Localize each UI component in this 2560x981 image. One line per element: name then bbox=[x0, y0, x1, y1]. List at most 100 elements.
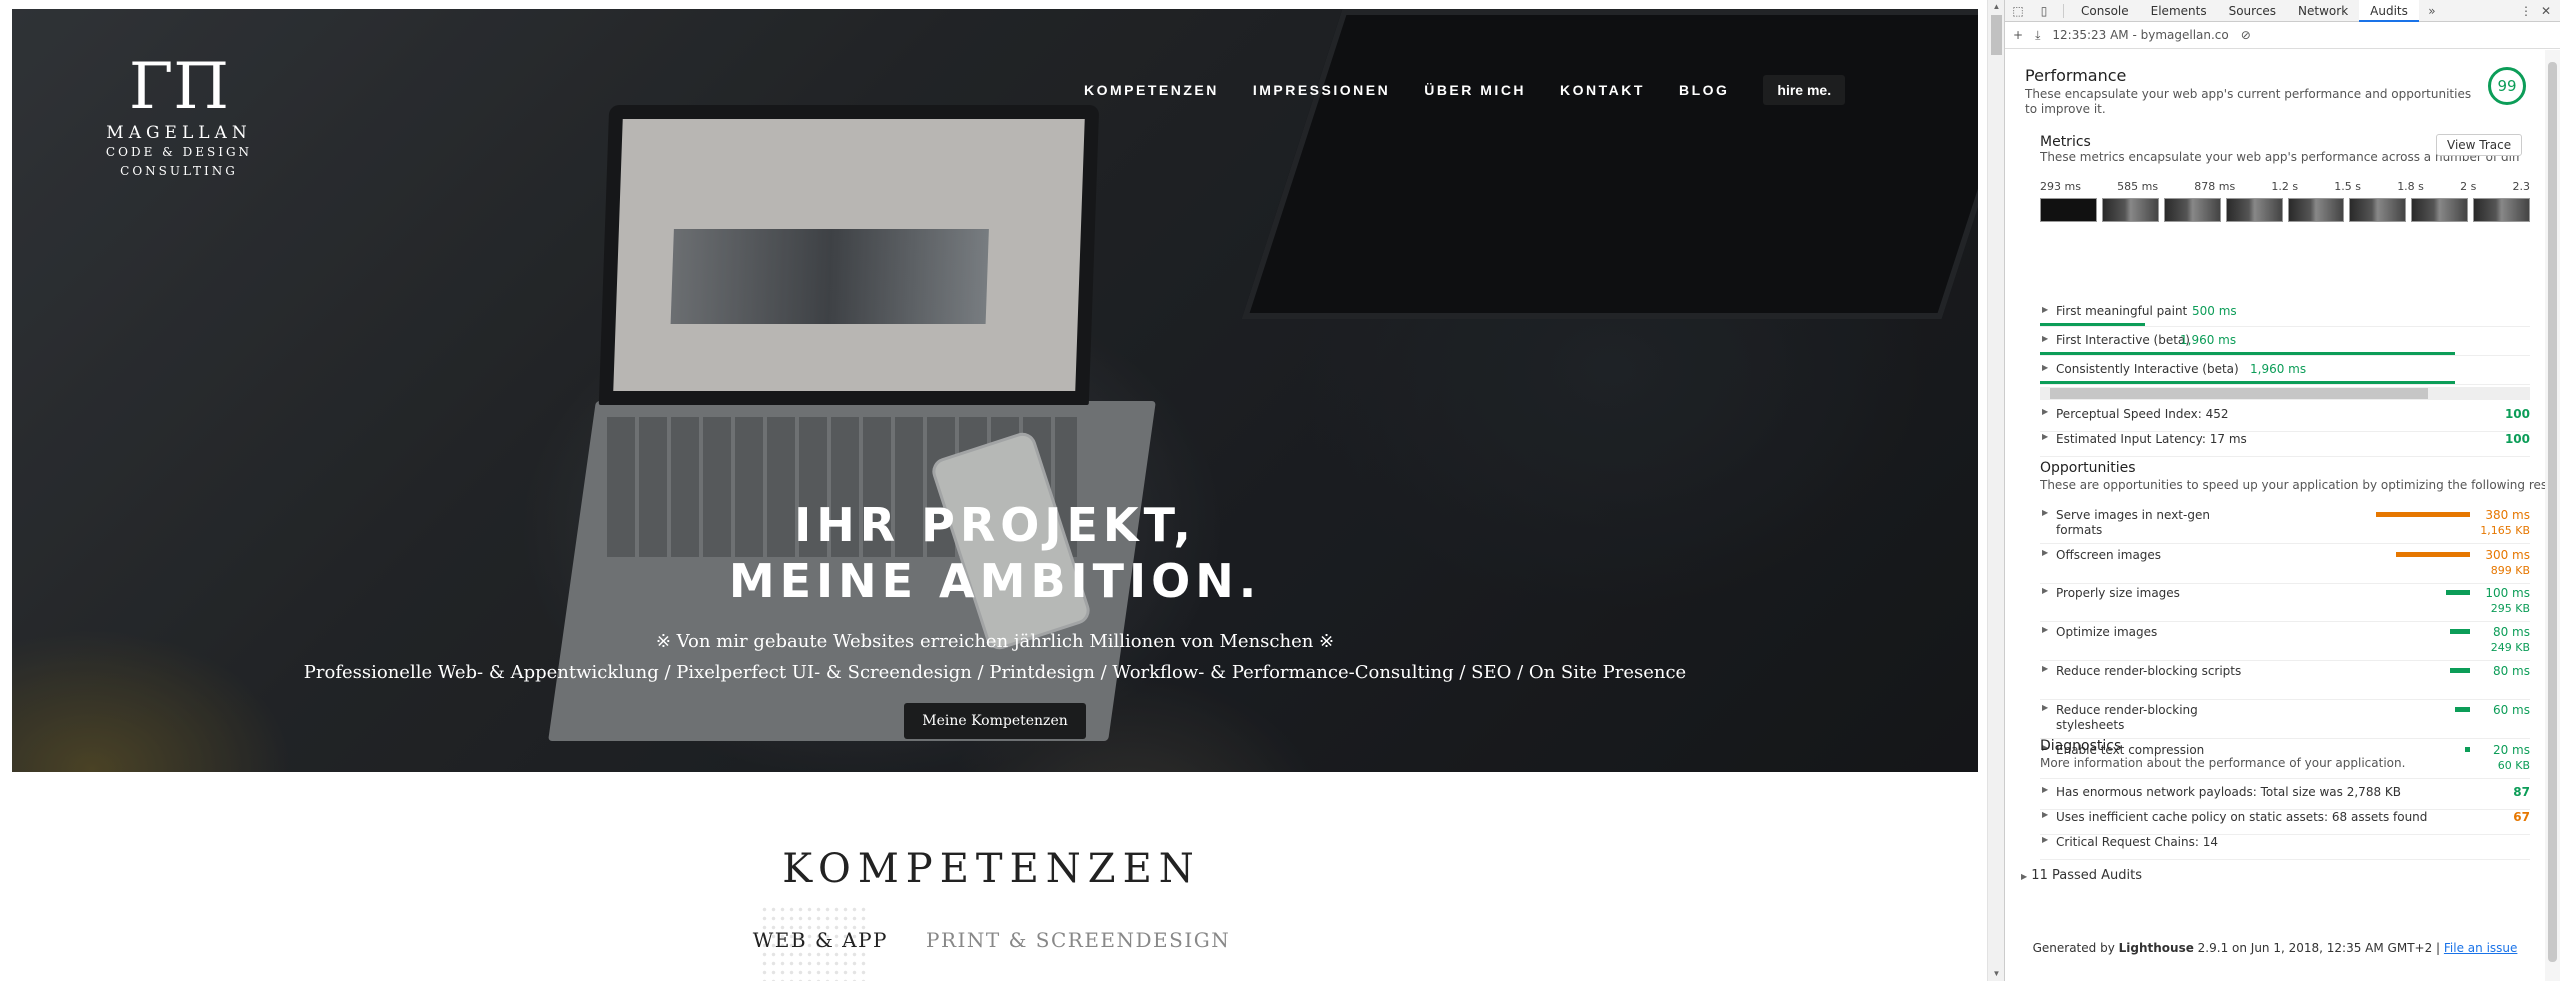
opportunity-row[interactable]: ▶ Offscreen images 300 ms 899 KB bbox=[2040, 548, 2530, 584]
tab-network[interactable]: Network bbox=[2287, 0, 2359, 22]
opportunities-desc: These are opportunities to speed up your… bbox=[2040, 478, 2545, 492]
opportunity-label: Serve images in next-gen formats bbox=[2056, 508, 2210, 538]
lighthouse-report: Performance These encapsulate your web a… bbox=[2005, 50, 2545, 981]
opportunity-savings-bar bbox=[2446, 590, 2470, 595]
opportunity-row[interactable]: ▶ Serve images in next-gen formats 380 ms 1,… bbox=[2040, 508, 2530, 544]
opportunity-savings-bar bbox=[2450, 629, 2470, 634]
download-report-icon[interactable]: ⤓ bbox=[2035, 28, 2040, 43]
meine-kompetenzen-button[interactable]: Meine Kompetenzen bbox=[904, 703, 1086, 739]
nav-kompetenzen[interactable]: KOMPETENZEN bbox=[1084, 82, 1219, 98]
nav-blog[interactable]: BLOG bbox=[1679, 82, 1729, 98]
report-scrollbar[interactable] bbox=[2545, 50, 2560, 981]
opportunity-savings-bar bbox=[2376, 512, 2470, 517]
device-toolbar-icon[interactable]: ▯ bbox=[2031, 4, 2057, 18]
page-scrollbar[interactable]: ▲ ▼ bbox=[1987, 0, 2004, 981]
footer-tool: Lighthouse bbox=[2118, 941, 2194, 955]
devtools-tabbar: ⬚ ▯ Console Elements Sources Network Aud… bbox=[2005, 0, 2560, 22]
filmstrip bbox=[2040, 198, 2530, 222]
opportunity-row[interactable]: ▶ Reduce render-blocking scripts 80 ms bbox=[2040, 664, 2530, 700]
tab-sources[interactable]: Sources bbox=[2218, 0, 2287, 22]
metric-row[interactable]: ▶ First Interactive (beta) 1,960 ms bbox=[2040, 327, 2530, 356]
nav-kontakt[interactable]: KONTAKT bbox=[1560, 82, 1645, 98]
nav-impressionen[interactable]: IMPRESSIONEN bbox=[1253, 82, 1390, 98]
expand-triangle-icon[interactable]: ▶ bbox=[2042, 363, 2048, 372]
scroll-up-arrow-icon[interactable]: ▲ bbox=[1988, 0, 2005, 14]
scored-metric-row[interactable]: ▶ Perceptual Speed Index: 452 100 bbox=[2040, 407, 2530, 432]
filmstrip-frame bbox=[2101, 198, 2159, 222]
opportunity-row[interactable]: ▶ Reduce render-blocking stylesheets 60 ms bbox=[2040, 703, 2530, 739]
opportunities-title: Opportunities bbox=[2040, 460, 2136, 476]
footer-rest: 2.9.1 on Jun 1, 2018, 12:35 AM GMT+2 | bbox=[2193, 941, 2444, 955]
site-logo[interactable]: ΓΠ MAGELLAN CODE & DESIGN CONSULTING bbox=[104, 55, 254, 181]
passed-audits-toggle[interactable]: ▶ 11 Passed Audits bbox=[2021, 868, 2142, 883]
metric-timeline-bar bbox=[2040, 323, 2145, 326]
expand-triangle-icon[interactable]: ▶ bbox=[2042, 625, 2048, 634]
metrics-horizontal-scrollbar[interactable] bbox=[2040, 387, 2530, 400]
hero-services: Professionelle Web- & Appentwicklung / P… bbox=[303, 662, 1687, 683]
tab-elements[interactable]: Elements bbox=[2140, 0, 2218, 22]
opportunity-kb: 899 KB bbox=[2490, 564, 2530, 577]
hero-title-line-1: IHR PROJEKT, bbox=[794, 498, 1196, 552]
nav-ueber-mich[interactable]: ÜBER MICH bbox=[1424, 82, 1526, 98]
expand-triangle-icon[interactable]: ▶ bbox=[2042, 508, 2048, 517]
tab-web-app[interactable]: WEB & APP bbox=[753, 928, 888, 952]
expand-triangle-icon[interactable]: ▶ bbox=[2042, 334, 2048, 343]
close-icon[interactable]: ✕ bbox=[2536, 0, 2556, 22]
clear-icon[interactable]: ⊘ bbox=[2241, 28, 2251, 42]
expand-triangle-icon[interactable]: ▶ bbox=[2042, 810, 2048, 819]
hero-tagline: ※ Von mir gebaute Websites erreichen jäh… bbox=[655, 631, 1335, 652]
opportunity-label-line-1: Reduce render-blocking scripts bbox=[2056, 664, 2242, 678]
expand-triangle-icon[interactable]: ▶ bbox=[2042, 785, 2048, 794]
diagnostic-row[interactable]: ▶ Has enormous network payloads: Total si… bbox=[2040, 785, 2530, 810]
expand-triangle-icon[interactable]: ▶ bbox=[2042, 407, 2048, 416]
expand-triangle-icon[interactable]: ▶ bbox=[2042, 664, 2048, 673]
opportunity-savings: 20 ms 60 KB bbox=[2493, 743, 2530, 773]
devtools-panel: ⬚ ▯ Console Elements Sources Network Aud… bbox=[2004, 0, 2560, 981]
opportunity-savings: 380 ms 1,165 KB bbox=[2480, 508, 2530, 538]
opportunity-ms: 20 ms bbox=[2492, 743, 2530, 757]
expand-triangle-icon[interactable]: ▶ bbox=[2042, 586, 2048, 595]
hero-section: ΓΠ MAGELLAN CODE & DESIGN CONSULTING KOM… bbox=[12, 9, 1978, 772]
metric-row[interactable]: ▶ First meaningful paint 500 ms bbox=[2040, 298, 2530, 327]
more-tabs-icon[interactable]: » bbox=[2419, 4, 2445, 18]
hire-me-button[interactable]: hire me. bbox=[1763, 75, 1846, 105]
expand-triangle-icon[interactable]: ▶ bbox=[2042, 548, 2048, 557]
filmstrip-time: 2 s bbox=[2460, 180, 2477, 193]
diagnostic-score: 67 bbox=[2513, 810, 2530, 824]
filmstrip-timestamps: 293 ms 585 ms 878 ms 1.2 s 1.5 s 1.8 s 2 s 2.3 bbox=[2040, 180, 2530, 193]
view-trace-button[interactable]: View Trace bbox=[2436, 134, 2523, 156]
metric-value: 1,960 ms bbox=[2250, 362, 2307, 376]
diagnostic-row[interactable]: ▶ Critical Request Chains: 14 bbox=[2040, 835, 2530, 860]
filmstrip-time: 1.2 s bbox=[2271, 180, 2299, 193]
diagnostic-row[interactable]: ▶ Uses inefficient cache policy on static… bbox=[2040, 810, 2530, 835]
opportunity-row[interactable]: ▶ Properly size images 100 ms 295 KB bbox=[2040, 586, 2530, 622]
passed-audits-label: 11 Passed Audits bbox=[2031, 868, 2142, 883]
opportunity-label-line-1: Serve images in next-gen bbox=[2056, 508, 2210, 522]
metric-label: First meaningful paint bbox=[2056, 304, 2188, 318]
devtools-menu-icon[interactable]: ⋮ bbox=[2516, 0, 2536, 22]
performance-desc: These encapsulate your web app's current… bbox=[2025, 87, 2472, 116]
filmstrip-time: 878 ms bbox=[2194, 180, 2236, 193]
file-an-issue-link[interactable]: File an issue bbox=[2444, 941, 2518, 955]
opportunity-label-line-1: Reduce render-blocking bbox=[2056, 703, 2198, 717]
tab-print-screendesign[interactable]: PRINT & SCREENDESIGN bbox=[926, 928, 1230, 952]
metric-row[interactable]: ▶ Consistently Interactive (beta) 1,960 ms bbox=[2040, 356, 2530, 385]
expand-triangle-icon[interactable]: ▶ bbox=[2042, 305, 2048, 314]
metric-value: 1,960 ms bbox=[2180, 333, 2237, 347]
add-audit-icon[interactable]: + bbox=[2013, 28, 2023, 42]
metric-label: First Interactive (beta) bbox=[2056, 333, 2190, 347]
expand-triangle-icon[interactable]: ▶ bbox=[2042, 835, 2048, 844]
tab-audits[interactable]: Audits bbox=[2359, 0, 2419, 22]
diagnostic-score: 87 bbox=[2513, 785, 2530, 799]
filmstrip-time: 2.3 bbox=[2512, 180, 2531, 193]
metric-score: 100 bbox=[2504, 407, 2530, 421]
audit-run-select[interactable]: 12:35:23 AM - bymagellan.co bbox=[2052, 28, 2228, 42]
tab-console[interactable]: Console bbox=[2070, 0, 2140, 22]
page-scrollbar-thumb[interactable] bbox=[1991, 15, 2002, 55]
scored-metric-row[interactable]: ▶ Estimated Input Latency: 17 ms 100 bbox=[2040, 432, 2530, 457]
opportunity-row[interactable]: ▶ Optimize images 80 ms 249 KB bbox=[2040, 625, 2530, 661]
inspect-element-icon[interactable]: ⬚ bbox=[2005, 4, 2031, 18]
expand-triangle-icon[interactable]: ▶ bbox=[2042, 432, 2048, 441]
expand-triangle-icon[interactable]: ▶ bbox=[2042, 703, 2048, 712]
scroll-down-arrow-icon[interactable]: ▼ bbox=[1988, 967, 2005, 981]
